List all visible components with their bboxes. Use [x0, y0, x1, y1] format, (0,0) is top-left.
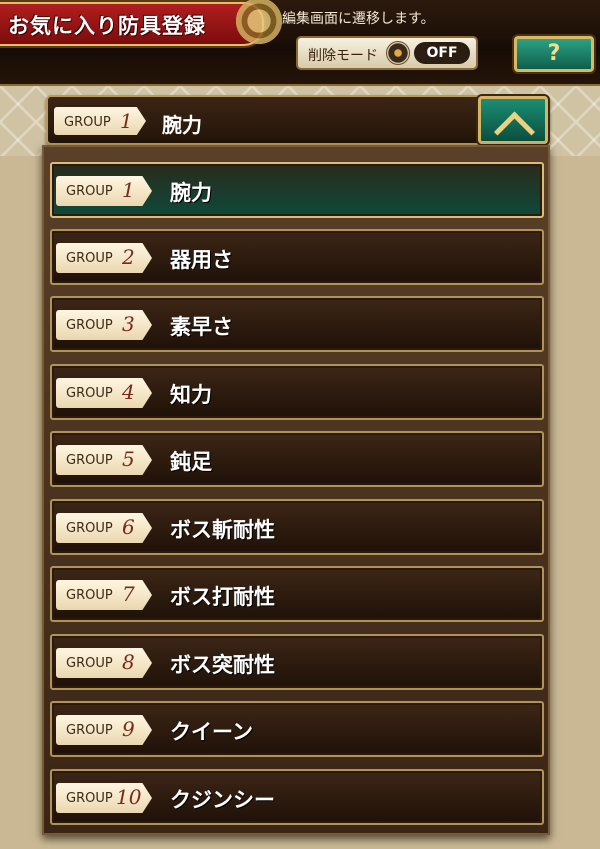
group-name: ボス打耐性 [170, 585, 275, 609]
group-option-8[interactable]: GROUP 8 ボス突耐性 [50, 634, 544, 690]
group-option-7[interactable]: GROUP 7 ボス打耐性 [50, 566, 544, 622]
selected-group-name: 腕力 [162, 113, 202, 137]
group-name: 鈍足 [170, 450, 212, 474]
group-tag-number: 3 [122, 312, 135, 336]
group-tag-word: GROUP [66, 723, 113, 738]
notice-text: 編集画面に遷移します。 [282, 11, 435, 27]
group-selector[interactable]: GROUP 1 腕力 [46, 95, 550, 145]
gear-emblem-icon [232, 0, 286, 48]
group-option-2[interactable]: GROUP 2 器用さ [50, 229, 544, 285]
group-name: ボス突耐性 [170, 653, 275, 677]
help-button[interactable]: ? [514, 36, 594, 72]
top-bar: お気に入り防具登録 編集画面に遷移します。 削除モード OFF ? [0, 0, 600, 86]
group-tag-word: GROUP [66, 386, 113, 401]
group-tag: GROUP 5 [56, 445, 152, 475]
group-option-5[interactable]: GROUP 5 鈍足 [50, 431, 544, 487]
group-tag-number: 8 [122, 650, 135, 674]
group-tag: GROUP 7 [56, 580, 152, 610]
group-name: ボス斬耐性 [170, 518, 275, 542]
delete-mode-label: 削除モード [308, 48, 378, 64]
group-option-9[interactable]: GROUP 9 クイーン [50, 701, 544, 757]
group-name: 素早さ [170, 315, 233, 339]
group-tag: GROUP 1 [56, 176, 152, 206]
group-tag-word: GROUP [66, 318, 113, 333]
group-tag-word: GROUP [66, 184, 113, 199]
group-tag-number: 10 [116, 785, 142, 809]
group-tag: GROUP 4 [56, 378, 152, 408]
group-tag-number: 4 [122, 380, 135, 404]
title-plate: お気に入り防具登録 [0, 2, 264, 46]
group-tag-number: 1 [120, 109, 133, 133]
collapse-dropdown-button[interactable] [478, 96, 548, 153]
group-tag: GROUP 3 [56, 310, 152, 340]
group-tag-word: GROUP [64, 115, 111, 130]
group-tag-word: GROUP [66, 656, 113, 671]
group-tag-number: 5 [122, 447, 135, 471]
group-name: クジンシー [170, 788, 275, 812]
group-tag: GROUP 1 [54, 107, 146, 135]
group-name: 知力 [170, 383, 212, 407]
group-option-1[interactable]: GROUP 1 腕力 [50, 162, 544, 218]
group-option-10[interactable]: GROUP 10 クジンシー [50, 769, 544, 825]
group-tag-word: GROUP [66, 791, 113, 806]
group-tag-number: 1 [122, 178, 135, 202]
group-tag-word: GROUP [66, 521, 113, 536]
group-tag-number: 2 [122, 245, 135, 269]
group-name: クイーン [170, 720, 253, 744]
group-tag-number: 7 [122, 582, 135, 606]
group-option-3[interactable]: GROUP 3 素早さ [50, 296, 544, 352]
group-tag-word: GROUP [66, 588, 113, 603]
group-tag: GROUP 10 [56, 783, 152, 813]
group-option-6[interactable]: GROUP 6 ボス斬耐性 [50, 499, 544, 555]
group-tag: GROUP 2 [56, 243, 152, 273]
group-tag-number: 6 [122, 515, 135, 539]
group-tag-number: 9 [122, 717, 135, 741]
group-name: 腕力 [170, 181, 212, 205]
delete-mode-state: OFF [414, 42, 470, 64]
delete-mode-toggle[interactable]: 削除モード OFF [296, 36, 478, 70]
group-tag-word: GROUP [66, 251, 113, 266]
group-option-4[interactable]: GROUP 4 知力 [50, 364, 544, 420]
group-name: 器用さ [170, 248, 233, 272]
group-tag: GROUP 8 [56, 648, 152, 678]
group-tag-word: GROUP [66, 453, 113, 468]
page-title: お気に入り防具登録 [8, 14, 206, 38]
group-tag: GROUP 9 [56, 715, 152, 745]
toggle-knob-icon [386, 41, 410, 65]
group-tag: GROUP 6 [56, 513, 152, 543]
